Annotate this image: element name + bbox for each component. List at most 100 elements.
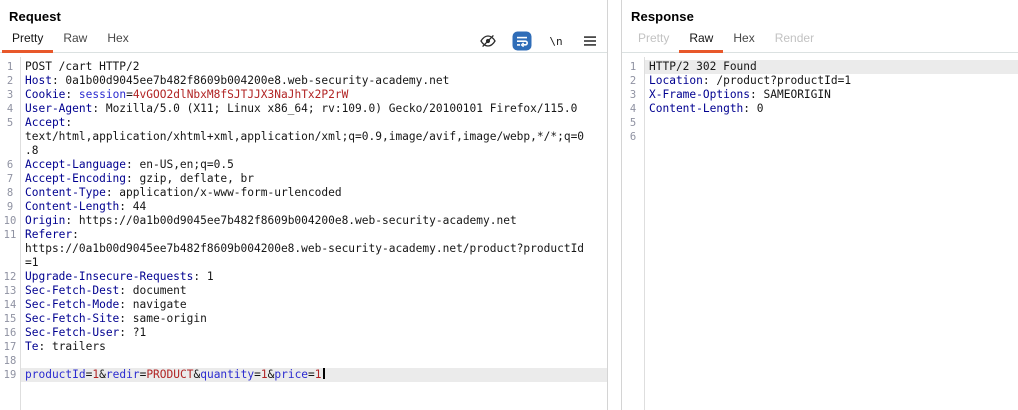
code-row[interactable]: 3 Cookie: session=4vGOO2dlNbxM8fSJTJJX3Na…: [0, 88, 607, 102]
token: :: [65, 88, 79, 101]
code-row[interactable]: 5: [622, 116, 1018, 130]
code-row[interactable]: 16 Sec-Fetch-User: ?1: [0, 326, 607, 340]
line-text[interactable]: Te: trailers: [20, 340, 607, 354]
line-number: 2: [6, 75, 14, 87]
token: X-Frame-Options: [649, 88, 751, 101]
line-text[interactable]: Content-Length: 44: [20, 200, 607, 214]
token: :: [65, 116, 73, 129]
line-text[interactable]: Sec-Fetch-Dest: document: [20, 284, 607, 298]
code-row[interactable]: 6 Accept-Language: en-US,en;q=0.5: [0, 158, 607, 172]
line-number: 2: [629, 75, 637, 87]
line-text[interactable]: Content-Length: 0: [644, 102, 1018, 116]
token: Host: [25, 74, 52, 87]
line-number: [0, 242, 20, 256]
line-text[interactable]: [20, 354, 607, 368]
line-text[interactable]: Origin: https://0a1b00d9045ee7b482f8609b…: [20, 214, 607, 228]
line-text[interactable]: Content-Type: application/x-www-form-url…: [20, 186, 607, 200]
code-row[interactable]: 13 Sec-Fetch-Dest: document: [0, 284, 607, 298]
word-wrap-button[interactable]: [512, 31, 532, 51]
line-text[interactable]: Accept-Language: en-US,en;q=0.5: [20, 158, 607, 172]
code-row[interactable]: 2 Location: /product?productId=1: [622, 74, 1018, 88]
code-row[interactable]: 17 Te: trailers: [0, 340, 607, 354]
line-text[interactable]: .8: [20, 144, 607, 158]
line-text[interactable]: =1: [20, 256, 607, 270]
code-row[interactable]: 14 Sec-Fetch-Mode: navigate: [0, 298, 607, 312]
code-row[interactable]: 18: [0, 354, 607, 368]
code-row[interactable]: 9 Content-Length: 44: [0, 200, 607, 214]
line-text[interactable]: Host: 0a1b00d9045ee7b482f8609b004200e8.w…: [20, 74, 607, 88]
response-editor[interactable]: 1 HTTP/2 302 Found 2 Location: /product?pro…: [622, 57, 1018, 410]
line-text[interactable]: Cookie: session=4vGOO2dlNbxM8fSJTJJX3NaJ…: [20, 88, 607, 102]
code-row[interactable]: https://0a1b00d9045ee7b482f8609b004200e8…: [0, 242, 607, 256]
response-panel-title: Response: [631, 9, 694, 24]
token: : 44: [119, 200, 147, 213]
request-editor-toolbar: \n: [478, 30, 600, 52]
code-row[interactable]: 6: [622, 130, 1018, 144]
code-row[interactable]: 11 Referer:: [0, 228, 607, 242]
response-tabbar: Pretty Raw Hex Render: [622, 30, 1018, 53]
line-text[interactable]: Referer:: [20, 228, 607, 242]
line-text[interactable]: [644, 116, 1018, 130]
line-text[interactable]: HTTP/2 302 Found: [644, 60, 1018, 74]
request-tab-pretty[interactable]: Pretty: [2, 30, 54, 53]
line-number: 4: [6, 103, 14, 115]
code-row[interactable]: 1 HTTP/2 302 Found: [622, 60, 1018, 74]
token: Cookie: [25, 88, 66, 101]
line-text[interactable]: POST /cart HTTP/2: [20, 60, 607, 74]
line-text[interactable]: Location: /product?productId=1: [644, 74, 1018, 88]
line-text[interactable]: Sec-Fetch-Site: same-origin: [20, 312, 607, 326]
request-editor[interactable]: 1 POST /cart HTTP/2 2 Host: 0a1b00d9045ee7b…: [0, 57, 607, 410]
token: &: [99, 368, 106, 381]
newline-toggle-button[interactable]: \n: [546, 31, 566, 51]
code-row[interactable]: 7 Accept-Encoding: gzip, deflate, br: [0, 172, 607, 186]
token: Accept-Language: [25, 158, 127, 171]
code-row[interactable]: 15 Sec-Fetch-Site: same-origin: [0, 312, 607, 326]
line-text[interactable]: Upgrade-Insecure-Requests: 1: [20, 270, 607, 284]
hide-nonprintable-button[interactable]: [478, 31, 498, 51]
token: : same-origin: [119, 312, 207, 325]
request-tab-hex[interactable]: Hex: [97, 30, 138, 53]
code-row[interactable]: 1 POST /cart HTTP/2: [0, 60, 607, 74]
line-text[interactable]: text/html,application/xhtml+xml,applicat…: [20, 130, 607, 144]
request-tab-raw[interactable]: Raw: [53, 30, 97, 53]
code-row[interactable]: 10 Origin: https://0a1b00d9045ee7b482f860…: [0, 214, 607, 228]
code-row[interactable]: 4 User-Agent: Mozilla/5.0 (X11; Linux x86…: [0, 102, 607, 116]
token: Content-Length: [649, 102, 744, 115]
response-tab-hex[interactable]: Hex: [723, 30, 764, 53]
token: 1: [314, 368, 322, 381]
code-row[interactable]: .8: [0, 144, 607, 158]
code-row[interactable]: =1: [0, 256, 607, 270]
gutter-divider: [20, 57, 21, 410]
code-row[interactable]: 8 Content-Type: application/x-www-form-ur…: [0, 186, 607, 200]
code-row[interactable]: 4 Content-Length: 0: [622, 102, 1018, 116]
line-number: 19: [3, 369, 17, 381]
line-text[interactable]: Sec-Fetch-User: ?1: [20, 326, 607, 340]
token: Content-Length: [25, 200, 120, 213]
line-text[interactable]: X-Frame-Options: SAMEORIGIN: [644, 88, 1018, 102]
line-text[interactable]: https://0a1b00d9045ee7b482f8609b004200e8…: [20, 242, 607, 256]
line-text[interactable]: Sec-Fetch-Mode: navigate: [20, 298, 607, 312]
token: : 0a1b00d9045ee7b482f8609b004200e8.web-s…: [51, 74, 450, 87]
line-text[interactable]: Accept:: [20, 116, 607, 130]
response-tab-raw[interactable]: Raw: [679, 30, 724, 53]
code-row[interactable]: 19 productId=1&redir=PRODUCT&quantity=1&p…: [0, 368, 607, 382]
line-text[interactable]: productId=1&redir=PRODUCT&quantity=1&pri…: [20, 368, 607, 382]
line-number: 18: [3, 355, 17, 367]
line-text[interactable]: [644, 130, 1018, 144]
token: : document: [119, 284, 187, 297]
line-number: 11: [3, 229, 17, 241]
token: PRODUCT: [146, 368, 194, 381]
code-row[interactable]: 3 X-Frame-Options: SAMEORIGIN: [622, 88, 1018, 102]
editor-menu-button[interactable]: [580, 31, 600, 51]
line-text[interactable]: Accept-Encoding: gzip, deflate, br: [20, 172, 607, 186]
code-row[interactable]: 5 Accept:: [0, 116, 607, 130]
request-panel: Request Pretty Raw Hex \n 1 POST /cart H…: [0, 0, 608, 410]
line-number: 13: [3, 285, 17, 297]
code-row[interactable]: 12 Upgrade-Insecure-Requests: 1: [0, 270, 607, 284]
line-number: 4: [629, 103, 637, 115]
token: Sec-Fetch-Mode: [25, 298, 120, 311]
line-number: 8: [6, 187, 14, 199]
line-text[interactable]: User-Agent: Mozilla/5.0 (X11; Linux x86_…: [20, 102, 607, 116]
code-row[interactable]: 2 Host: 0a1b00d9045ee7b482f8609b004200e8.…: [0, 74, 607, 88]
code-row[interactable]: text/html,application/xhtml+xml,applicat…: [0, 130, 607, 144]
